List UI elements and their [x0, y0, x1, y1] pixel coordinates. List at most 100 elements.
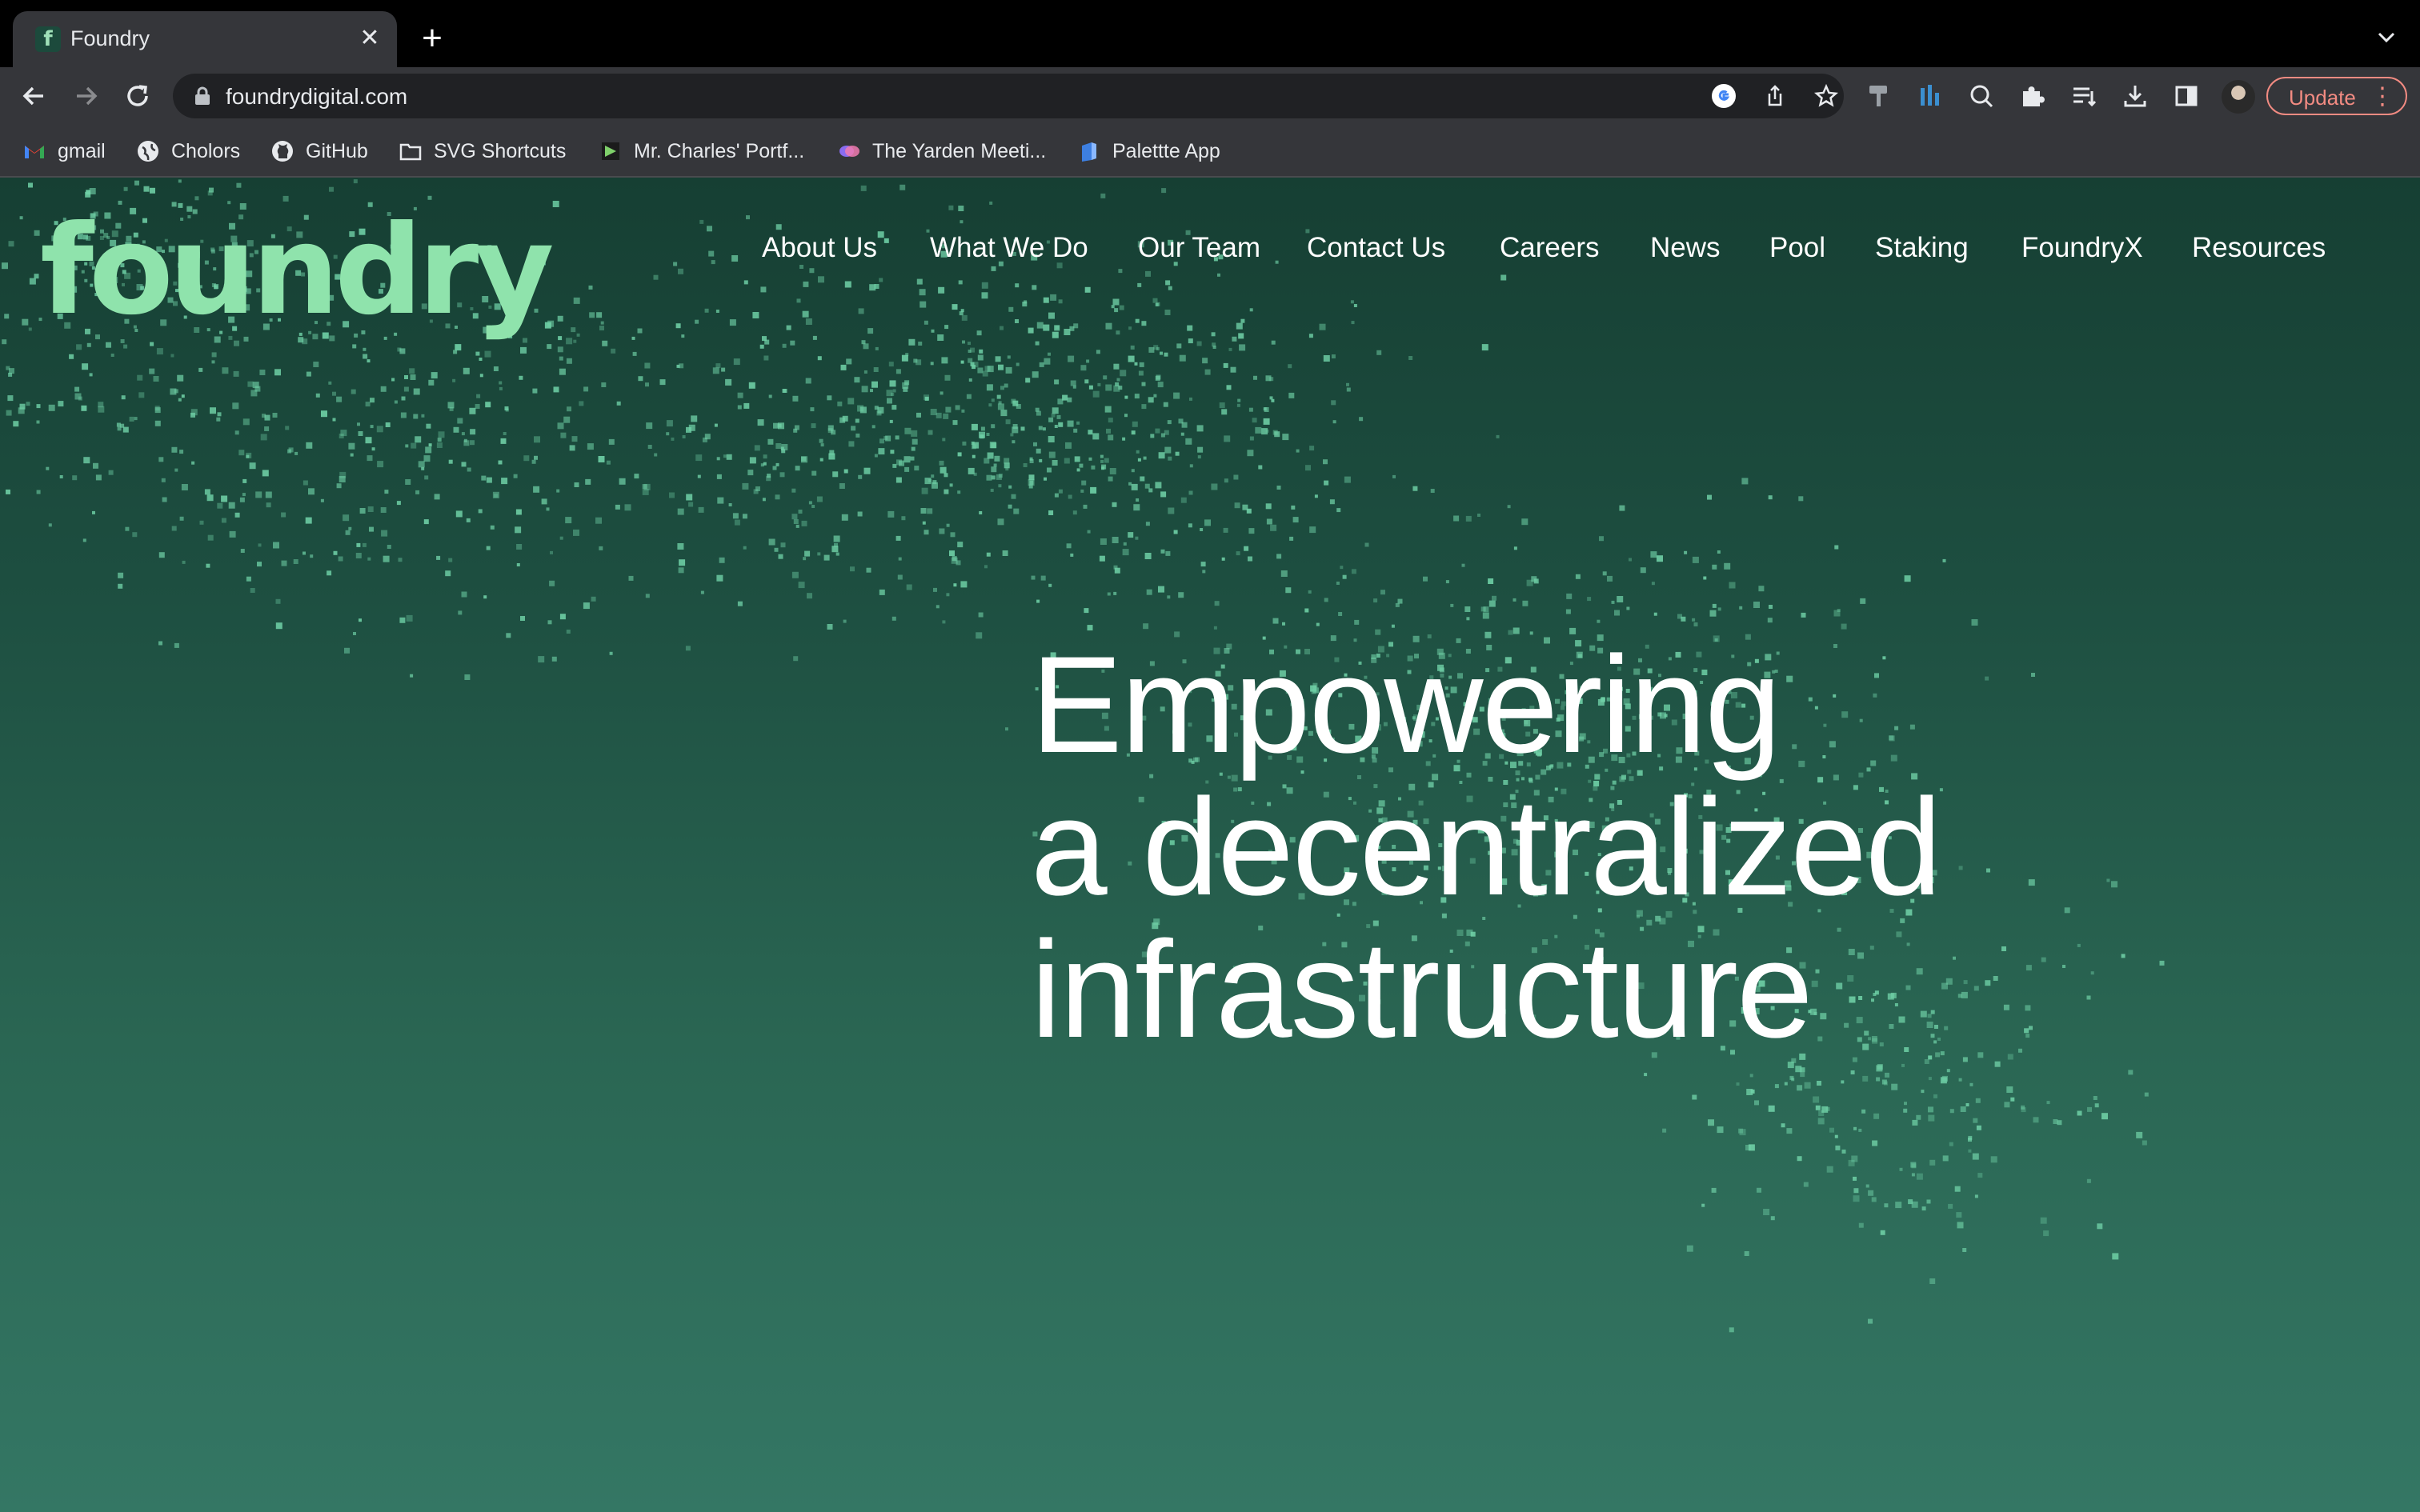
particle [588, 285, 593, 290]
nav-contact-us[interactable]: Contact Us [1307, 232, 1445, 264]
reload-icon[interactable] [122, 80, 154, 112]
plus-icon[interactable]: + [413, 19, 451, 58]
particle [847, 398, 855, 405]
particle [1113, 565, 1118, 570]
particle [1197, 455, 1201, 459]
particle [791, 488, 796, 493]
particle [1067, 420, 1074, 427]
particle [944, 325, 949, 330]
nav-what-we-do[interactable]: What We Do [930, 232, 1088, 264]
particle [835, 552, 839, 556]
particle [2077, 943, 2081, 947]
particle [980, 426, 985, 431]
bookmark-github[interactable]: GitHub [270, 138, 368, 165]
particle [1380, 590, 1385, 595]
particle [413, 388, 420, 395]
reading-list-icon[interactable] [2069, 82, 2098, 110]
particle [936, 605, 940, 609]
particle [1200, 528, 1204, 531]
particle [1911, 1173, 1915, 1177]
particle [383, 555, 390, 562]
nav-resources[interactable]: Resources [2192, 232, 2326, 264]
browser-tab[interactable]: f Foundry ✕ [13, 11, 397, 67]
particle [944, 489, 949, 494]
particle [1015, 283, 1020, 288]
back-arrow-icon[interactable] [18, 80, 50, 112]
particle [85, 191, 91, 198]
nav-news[interactable]: News [1650, 232, 1721, 264]
particle [179, 516, 184, 521]
lock-icon[interactable] [194, 86, 211, 106]
paint-roller-icon[interactable] [1865, 82, 1893, 110]
particle [1088, 385, 1093, 390]
bookmark-mr-charles-portfolio[interactable]: Mr. Charles' Portf... [599, 138, 804, 165]
particle [1430, 489, 1435, 493]
particle [1064, 458, 1070, 464]
magnifier-extension-icon[interactable] [1967, 82, 1996, 110]
address-bar[interactable]: foundrydigital.com [173, 74, 1844, 118]
particle [1651, 582, 1655, 586]
particle [1096, 350, 1100, 354]
particle [1974, 1194, 1978, 1198]
download-icon[interactable] [2121, 82, 2150, 110]
particle [533, 486, 540, 493]
puzzle-icon[interactable] [2018, 82, 2047, 110]
particle [1899, 1167, 1903, 1171]
bars-extension-icon[interactable] [1916, 82, 1945, 110]
nav-our-team[interactable]: Our Team [1138, 232, 1260, 264]
particle [609, 651, 613, 655]
nav-foundryx[interactable]: FoundryX [2021, 232, 2143, 264]
particle [1134, 362, 1138, 366]
particle [1395, 602, 1400, 607]
star-icon[interactable] [1813, 83, 1839, 109]
profile-avatar[interactable] [2222, 80, 2255, 114]
particle [1835, 1145, 1841, 1150]
url-text[interactable]: foundrydigital.com [226, 84, 407, 110]
particle [1088, 430, 1093, 435]
tab-title: Foundry [70, 26, 150, 50]
bookmark-palettte-app[interactable]: Palettte App [1077, 138, 1220, 165]
close-icon[interactable]: ✕ [355, 24, 384, 53]
bookmark-cholors[interactable]: Cholors [136, 138, 240, 165]
bookmark-yarden-meeting[interactable]: The Yarden Meeti... [837, 138, 1046, 165]
share-icon[interactable] [1762, 83, 1788, 109]
particle [217, 412, 222, 417]
update-button[interactable]: Update ⋮ [2266, 77, 2407, 115]
particle [370, 425, 374, 429]
particle [399, 348, 406, 354]
nav-pool[interactable]: Pool [1769, 232, 1825, 264]
bookmark-svg-shortcuts[interactable]: SVG Shortcuts [399, 138, 566, 165]
particle [1160, 549, 1165, 554]
particle [1161, 188, 1167, 194]
chevron-down-icon[interactable] [2374, 24, 2399, 50]
particle [827, 395, 832, 401]
side-panel-icon[interactable] [2172, 82, 2201, 110]
particle [1942, 558, 1946, 562]
nav-about-us[interactable]: About Us [762, 232, 877, 264]
particle [232, 402, 239, 410]
particle [858, 308, 864, 314]
particle [143, 186, 150, 192]
particle [233, 370, 239, 377]
particle [659, 379, 666, 386]
particle [1029, 459, 1034, 463]
particle [1769, 605, 1773, 609]
particle [117, 426, 122, 431]
particle [557, 315, 563, 322]
forward-arrow-icon[interactable] [70, 80, 102, 112]
particle [559, 614, 566, 620]
particle [1176, 343, 1182, 349]
google-icon[interactable] [1711, 83, 1737, 109]
particle [1064, 329, 1071, 335]
nav-careers[interactable]: Careers [1500, 232, 1599, 264]
particle [1758, 586, 1765, 592]
particle [850, 566, 855, 572]
bookmark-gmail[interactable]: gmail [22, 138, 106, 165]
particle [211, 352, 217, 358]
kebab-menu-icon[interactable]: ⋮ [2370, 85, 2394, 109]
particle [1028, 484, 1033, 489]
tab-strip: f Foundry ✕ + [0, 0, 2420, 67]
nav-staking[interactable]: Staking [1875, 232, 1969, 264]
particle [1644, 1073, 1648, 1077]
particle [484, 350, 491, 358]
